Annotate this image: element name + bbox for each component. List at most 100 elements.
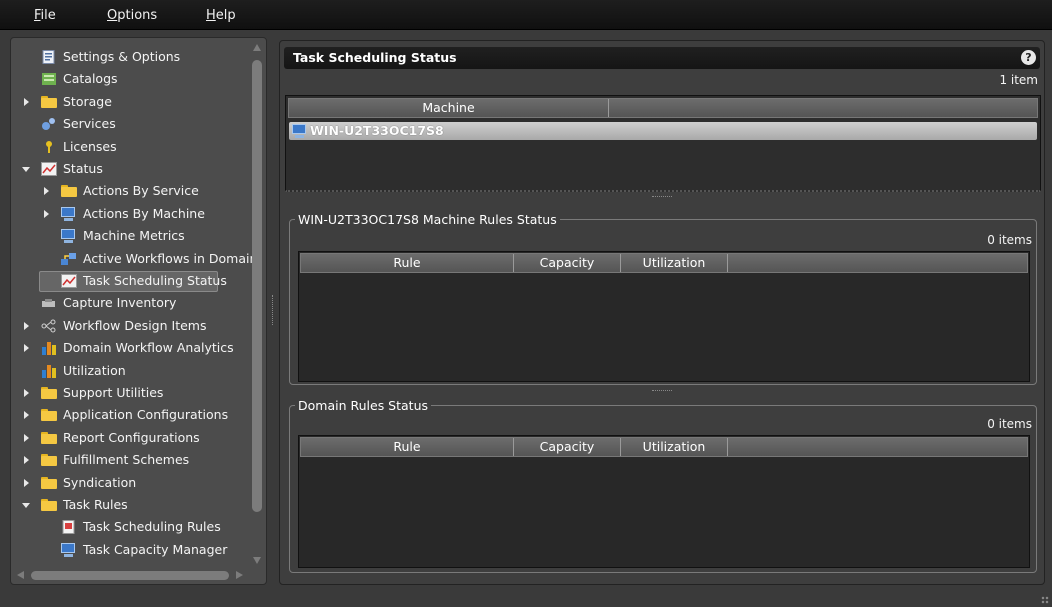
machine-rules-grid: Rule Capacity Utilization	[298, 251, 1030, 382]
workflow-icon	[61, 252, 77, 266]
tree-item[interactable]: Task Capacity Manager	[43, 540, 253, 560]
menu-options[interactable]: Options	[107, 8, 157, 23]
tree-item-label: Task Scheduling Rules	[83, 519, 221, 535]
expand-caret-icon[interactable]	[44, 209, 49, 218]
tree-item-label: Catalogs	[63, 71, 118, 87]
expand-caret-icon[interactable]	[24, 478, 29, 487]
tree-item[interactable]: Report Configurations	[23, 428, 253, 448]
column-header-machine[interactable]: Machine	[289, 99, 609, 117]
analytics-icon	[41, 341, 57, 356]
tree-item[interactable]: Support Utilities	[23, 383, 253, 403]
tree-item[interactable]: Task Scheduling Rules	[43, 517, 253, 537]
collapse-caret-icon[interactable]	[22, 167, 30, 172]
expand-caret-icon[interactable]	[24, 433, 29, 442]
tree-item[interactable]: Capture Inventory	[23, 293, 253, 313]
expand-caret-icon[interactable]	[24, 344, 29, 353]
machine-icon	[61, 206, 77, 221]
column-header-rule[interactable]: Rule	[301, 438, 514, 456]
collapse-caret-icon[interactable]	[22, 503, 30, 508]
machine-row[interactable]: WIN-U2T33OC17S8	[289, 122, 1037, 140]
expand-caret-icon[interactable]	[24, 411, 29, 420]
tree-item[interactable]: Licenses	[23, 137, 253, 157]
horizontal-scroll-thumb[interactable]	[31, 571, 229, 580]
domain-rules-group: Domain Rules Status 0 items Rule Capacit…	[289, 398, 1037, 573]
tree-item-label: Storage	[63, 93, 112, 109]
tree-item-label: Task Capacity Manager	[83, 541, 228, 557]
splitter-grip[interactable]	[652, 390, 672, 392]
domain-rules-title: Domain Rules Status	[295, 398, 432, 413]
tree-item-label: Application Configurations	[63, 407, 229, 423]
machine-name: WIN-U2T33OC17S8	[310, 123, 444, 138]
panel-splitter[interactable]	[272, 295, 274, 325]
settings-icon	[41, 50, 57, 64]
panel-header: Task Scheduling Status ?	[284, 47, 1040, 69]
menu-help[interactable]: Help	[206, 8, 236, 23]
workflow-design-icon	[41, 319, 57, 333]
machine-grid-header: Machine	[288, 98, 1038, 118]
column-header-capacity[interactable]: Capacity	[514, 438, 621, 456]
tree-item-label: Settings & Options	[63, 49, 181, 64]
tree-item[interactable]: Fulfillment Schemes	[23, 450, 253, 470]
tree-item[interactable]: Settings & Options	[23, 47, 253, 67]
domain-rules-grid: Rule Capacity Utilization	[298, 435, 1030, 568]
expand-caret-icon[interactable]	[44, 187, 49, 196]
tree-item[interactable]: Active Workflows in Domain	[43, 249, 257, 269]
folder-icon	[41, 95, 57, 109]
tree-item[interactable]: Actions By Machine	[43, 204, 253, 224]
domain-rules-count: 0 items	[987, 417, 1032, 431]
resize-grip[interactable]	[1041, 596, 1049, 604]
tree-item-label: Actions By Service	[83, 183, 199, 199]
tree-item-label: Support Utilities	[63, 385, 164, 400]
tree-item[interactable]: Syndication	[23, 473, 253, 493]
tree-item-label: Task Scheduling Status	[83, 273, 227, 288]
folder-icon	[41, 431, 57, 445]
expand-caret-icon[interactable]	[24, 456, 29, 465]
status-chart-icon	[61, 274, 77, 288]
page-title: Task Scheduling Status	[293, 50, 457, 65]
splitter-grip[interactable]	[652, 196, 672, 198]
help-icon[interactable]: ?	[1021, 50, 1036, 65]
column-header-capacity[interactable]: Capacity	[514, 254, 621, 272]
tree-item[interactable]: Application Configurations	[23, 405, 253, 425]
column-header-rule[interactable]: Rule	[301, 254, 514, 272]
tree-item-label: Fulfillment Schemes	[63, 452, 190, 468]
tree-item-label: Capture Inventory	[63, 295, 177, 311]
machine-icon	[61, 542, 77, 557]
tree-item[interactable]: Storage	[23, 92, 253, 112]
expand-caret-icon[interactable]	[24, 389, 29, 397]
computer-icon	[292, 124, 308, 138]
scroll-left-arrow[interactable]	[17, 571, 24, 579]
column-header-blank[interactable]	[728, 254, 1027, 272]
tree-item[interactable]: Domain Workflow Analytics	[23, 338, 253, 358]
tree-item[interactable]: Catalogs	[23, 69, 253, 89]
column-header-utilization[interactable]: Utilization	[621, 438, 728, 456]
expand-caret-icon[interactable]	[24, 321, 29, 330]
expand-caret-icon[interactable]	[24, 97, 29, 106]
column-header-blank[interactable]	[728, 438, 1027, 456]
scroll-up-arrow[interactable]	[253, 44, 261, 51]
column-header-blank[interactable]	[611, 99, 1037, 117]
tree-item[interactable]: Task Scheduling Status	[39, 271, 253, 292]
tree-item[interactable]: Workflow Design Items	[23, 316, 253, 336]
tree-item[interactable]: Machine Metrics	[43, 226, 253, 246]
scroll-right-arrow[interactable]	[236, 571, 243, 579]
scroll-down-arrow[interactable]	[253, 557, 261, 564]
folder-icon	[41, 498, 57, 512]
vertical-scroll-thumb[interactable]	[252, 60, 262, 512]
machine-count: 1 item	[999, 73, 1038, 87]
tree-item[interactable]: Status	[22, 159, 253, 179]
domain-rules-grid-header: Rule Capacity Utilization	[300, 437, 1028, 457]
column-header-utilization[interactable]: Utilization	[621, 254, 728, 272]
machine-rules-grid-header: Rule Capacity Utilization	[300, 253, 1028, 273]
tree-item[interactable]: Utilization	[23, 361, 253, 381]
tree-item-label: Workflow Design Items	[63, 317, 207, 333]
tree-item[interactable]: Actions By Service	[43, 181, 253, 201]
tree-item-label: Status	[63, 161, 103, 176]
machine-rules-title: WIN-U2T33OC17S8 Machine Rules Status	[295, 212, 560, 227]
tree-item[interactable]: Task Rules	[22, 495, 253, 515]
vertical-scrollbar[interactable]	[252, 44, 262, 569]
analytics-icon	[41, 364, 57, 378]
catalogs-icon	[41, 72, 57, 86]
menu-file[interactable]: File	[34, 8, 56, 23]
tree-item[interactable]: Services	[23, 114, 253, 134]
